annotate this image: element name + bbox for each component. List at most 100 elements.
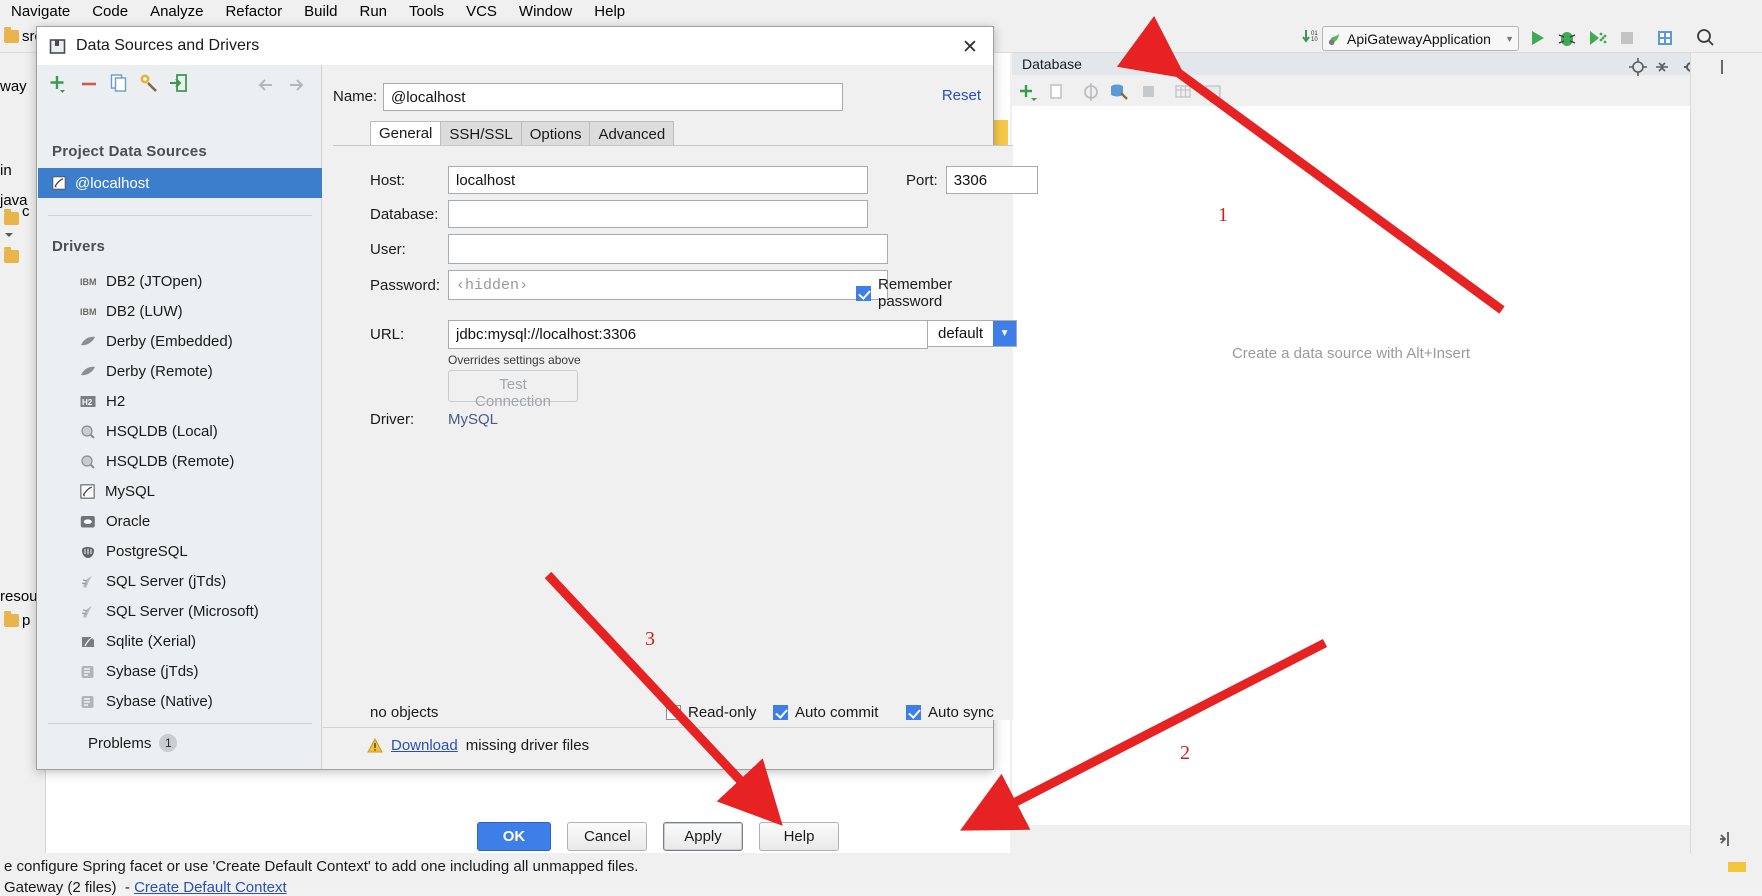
spring-leaf-icon bbox=[1328, 33, 1340, 46]
driver-item-sqlserver-jtds[interactable]: SQL Server (jTds) bbox=[38, 568, 322, 595]
forward-icon[interactable] bbox=[286, 75, 306, 95]
driver-item-derby-remote[interactable]: Derby (Remote) bbox=[38, 358, 322, 385]
run-icon[interactable] bbox=[1526, 27, 1548, 49]
url-input[interactable] bbox=[448, 320, 928, 349]
chevron-down-icon[interactable]: ▼ bbox=[993, 321, 1016, 346]
data-source-label: @localhost bbox=[75, 174, 150, 192]
status-link[interactable]: Create Default Context bbox=[134, 879, 287, 896]
name-input[interactable] bbox=[383, 83, 843, 111]
url-mode-combo[interactable]: default ▼ bbox=[927, 320, 1017, 347]
driver-item-mysql[interactable]: MySQL bbox=[38, 478, 322, 505]
driver-item-sybase-jtds[interactable]: Sybase (jTds) bbox=[38, 658, 322, 685]
auto-sync-checkbox[interactable]: Auto sync bbox=[906, 704, 994, 721]
run-configuration-selector[interactable]: ApiGatewayApplication ▼ bbox=[1322, 26, 1519, 51]
problems-item[interactable]: Problems 1 bbox=[38, 728, 322, 758]
driver-label: Driver: bbox=[370, 411, 415, 428]
driver-label: MySQL bbox=[105, 483, 156, 500]
debug-icon[interactable] bbox=[1556, 27, 1578, 49]
import-icon[interactable] bbox=[168, 72, 190, 94]
menu-item-navigate[interactable]: Navigate bbox=[0, 0, 81, 24]
download-driver-notice: Download missing driver files bbox=[367, 737, 589, 754]
driver-item-h2[interactable]: H2 H2 bbox=[38, 388, 322, 415]
driver-item-sqlite-xerial[interactable]: Sqlite (Xerial) bbox=[38, 628, 322, 655]
run-with-coverage-icon[interactable] bbox=[1586, 27, 1608, 49]
tab-advanced[interactable]: Advanced bbox=[589, 121, 675, 146]
duplicate-icon[interactable] bbox=[108, 72, 130, 94]
left-column-toolbar bbox=[38, 65, 322, 103]
add-icon[interactable] bbox=[1016, 81, 1038, 103]
database-panel-body bbox=[1012, 106, 1690, 825]
remember-password-checkbox[interactable]: Remember password bbox=[856, 276, 1013, 310]
menu-item-code[interactable]: Code bbox=[81, 0, 139, 24]
port-input[interactable] bbox=[945, 166, 1038, 194]
close-icon[interactable]: ✕ bbox=[955, 35, 985, 59]
database-panel-toolbar bbox=[1012, 78, 1690, 106]
locate-icon[interactable] bbox=[1628, 57, 1648, 77]
menu-bar[interactable]: Navigate Code Analyze Refactor Build Run… bbox=[0, 0, 1762, 24]
help-button[interactable]: Help bbox=[759, 822, 839, 851]
driver-link[interactable]: MySQL bbox=[448, 411, 498, 428]
driver-item-derby-embedded[interactable]: Derby (Embedded) bbox=[38, 328, 322, 355]
menu-item-run[interactable]: Run bbox=[349, 0, 399, 24]
database-toolbar-icon[interactable] bbox=[1654, 27, 1676, 49]
download-link[interactable]: Download bbox=[391, 737, 458, 754]
password-input[interactable] bbox=[448, 270, 888, 300]
driver-label: SQL Server (Microsoft) bbox=[106, 603, 259, 620]
left-column-navigation bbox=[256, 75, 316, 95]
menu-item-tools[interactable]: Tools bbox=[398, 0, 455, 24]
name-row: Name: bbox=[333, 83, 983, 111]
mysql-icon bbox=[52, 176, 66, 190]
collapse-all-icon[interactable] bbox=[1652, 57, 1672, 77]
checkbox-box bbox=[906, 705, 921, 720]
driver-item-db2-jtopen[interactable]: IBM DB2 (JTOpen) bbox=[38, 268, 322, 295]
user-input[interactable] bbox=[448, 234, 888, 264]
tab-options[interactable]: Options bbox=[520, 121, 591, 146]
driver-label: Sybase (Native) bbox=[106, 693, 213, 710]
add-icon[interactable] bbox=[48, 73, 70, 95]
tab-general[interactable]: General bbox=[370, 121, 442, 146]
back-icon[interactable] bbox=[256, 75, 276, 95]
test-connection-button[interactable]: Test Connection bbox=[448, 370, 578, 410]
svg-text:IBM: IBM bbox=[80, 307, 96, 317]
driver-item-sqlserver-microsoft[interactable]: SQL Server (Microsoft) bbox=[38, 598, 322, 625]
data-source-item-localhost[interactable]: @localhost bbox=[38, 168, 322, 198]
menu-item-vcs[interactable]: VCS bbox=[455, 0, 508, 24]
driver-item-db2-luw[interactable]: IBM DB2 (LUW) bbox=[38, 298, 322, 325]
menu-item-help[interactable]: Help bbox=[583, 0, 636, 24]
driver-properties-icon[interactable] bbox=[138, 72, 160, 94]
driver-item-sybase-native[interactable]: Sybase (Native) bbox=[38, 688, 322, 715]
remove-icon[interactable] bbox=[78, 73, 100, 95]
read-only-checkbox[interactable]: Read-only bbox=[666, 704, 756, 721]
driver-item-oracle[interactable]: Oracle bbox=[38, 508, 322, 535]
dialog-form-area: Name: Reset General SSH/SSL Options Adva… bbox=[323, 65, 1038, 727]
datasource-icon bbox=[49, 38, 66, 54]
project-fragment-c: c bbox=[22, 203, 30, 220]
tab-ssh-ssl[interactable]: SSH/SSL bbox=[440, 121, 522, 146]
database-input[interactable] bbox=[448, 200, 868, 228]
apply-button[interactable]: Apply bbox=[663, 822, 743, 851]
auto-commit-checkbox[interactable]: Auto commit bbox=[773, 704, 878, 721]
settings-tabs[interactable]: General SSH/SSL Options Advanced bbox=[370, 121, 675, 146]
console-icon bbox=[1205, 85, 1221, 98]
menu-item-build[interactable]: Build bbox=[293, 0, 348, 24]
chevron-down-icon[interactable] bbox=[2, 228, 16, 242]
driver-label: HSQLDB (Remote) bbox=[106, 453, 235, 470]
url-overrides-hint: Overrides settings above bbox=[448, 353, 581, 367]
driver-item-hsqldb-remote[interactable]: HSQLDB (Remote) bbox=[38, 448, 322, 475]
annotation-number-2: 2 bbox=[1180, 742, 1190, 764]
password-row: Password: bbox=[370, 270, 888, 300]
menu-item-window[interactable]: Window bbox=[508, 0, 583, 24]
ok-button[interactable]: OK bbox=[477, 822, 551, 851]
driver-item-postgresql[interactable]: PostgreSQL bbox=[38, 538, 322, 565]
host-input[interactable] bbox=[448, 166, 868, 194]
reset-link[interactable]: Reset bbox=[942, 87, 981, 104]
datasource-properties-icon[interactable] bbox=[1108, 81, 1130, 103]
update-running-app-icon[interactable]: 01 10 bbox=[1300, 26, 1322, 48]
cancel-button[interactable]: Cancel bbox=[567, 822, 647, 851]
search-icon[interactable] bbox=[1694, 26, 1716, 48]
dialog-title: Data Sources and Drivers bbox=[76, 37, 260, 54]
menu-item-refactor[interactable]: Refactor bbox=[214, 0, 293, 24]
data-sources-dialog: Data Sources and Drivers ✕ Project Data … bbox=[36, 26, 1038, 851]
driver-item-hsqldb-local[interactable]: HSQLDB (Local) bbox=[38, 418, 322, 445]
menu-item-analyze[interactable]: Analyze bbox=[139, 0, 214, 24]
